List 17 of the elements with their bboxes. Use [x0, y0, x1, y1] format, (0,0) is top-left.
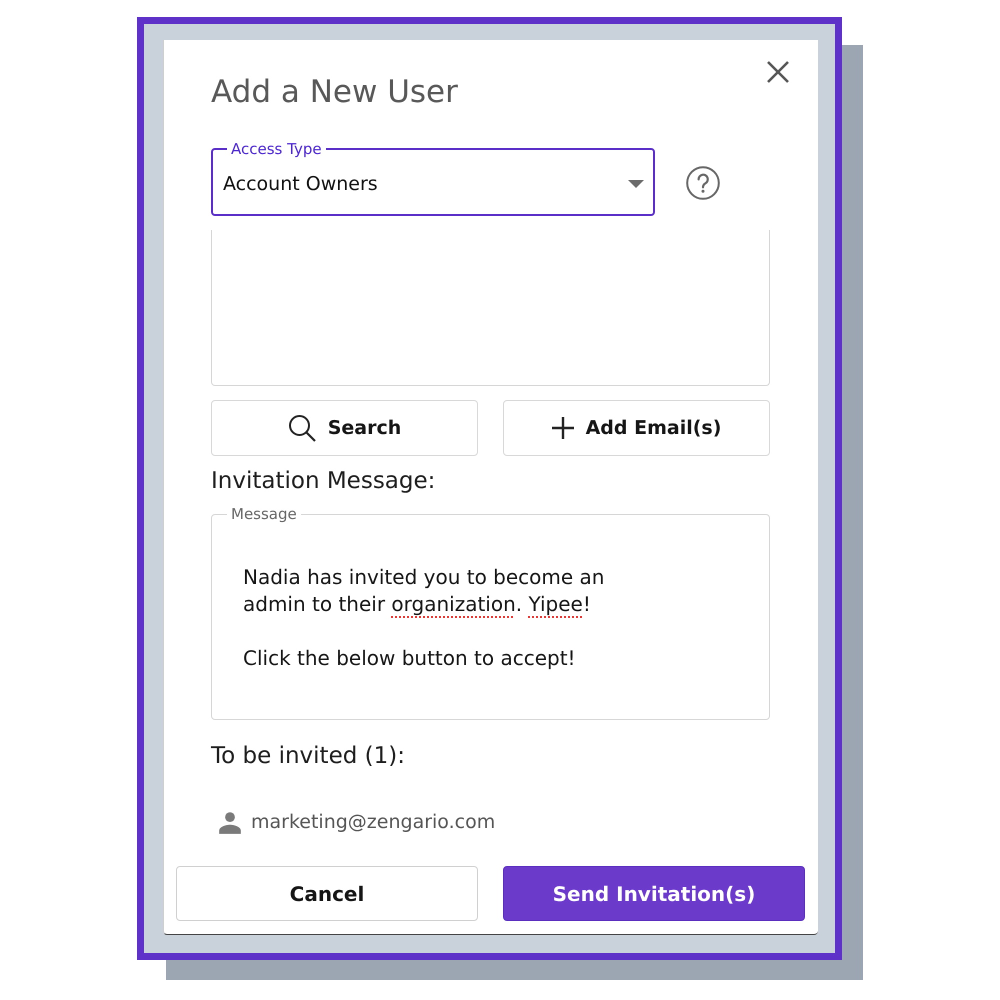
search-icon — [288, 414, 316, 442]
close-icon[interactable] — [767, 61, 789, 83]
send-button[interactable]: Send Invitation(s) — [503, 866, 805, 921]
email-list-field[interactable] — [211, 230, 770, 386]
section-heading: To be invited (1): — [211, 742, 405, 771]
section-heading: Invitation Message: — [211, 467, 436, 496]
message-text: Nadia has invited you to become an admin to their organization. Yipee! Click the below button to accept! — [242, 564, 606, 672]
help-icon[interactable] — [686, 166, 720, 200]
dialog-title: Add a New User — [211, 73, 458, 112]
add-email-button[interactable]: Add Email(s) — [503, 400, 770, 456]
cancel-button[interactable]: Cancel — [176, 866, 478, 921]
invitee-email: marketing@zengario.com — [251, 810, 496, 835]
search-button[interactable]: Search — [211, 400, 478, 456]
plus-icon — [552, 417, 574, 439]
field-label: Access Type — [230, 139, 323, 159]
caret-icon — [628, 180, 644, 188]
field-label: Message — [230, 504, 298, 524]
